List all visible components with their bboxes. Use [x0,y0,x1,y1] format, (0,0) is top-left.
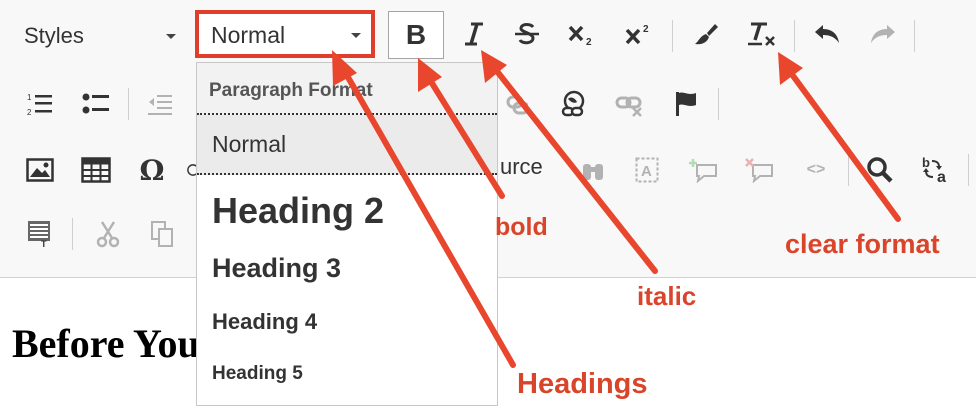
annotation-arrows [332,50,901,368]
clear-format-arrow-line [788,70,901,222]
annotation-bold: bold [495,213,548,241]
bold-arrow-head [418,58,442,92]
annotation-clear-format: clear format [785,229,940,259]
annotation-italic: italic [637,281,697,311]
annotation-headings: Headings [517,368,648,400]
headings-arrow-line [342,69,516,368]
bold-arrow-line [427,77,505,199]
